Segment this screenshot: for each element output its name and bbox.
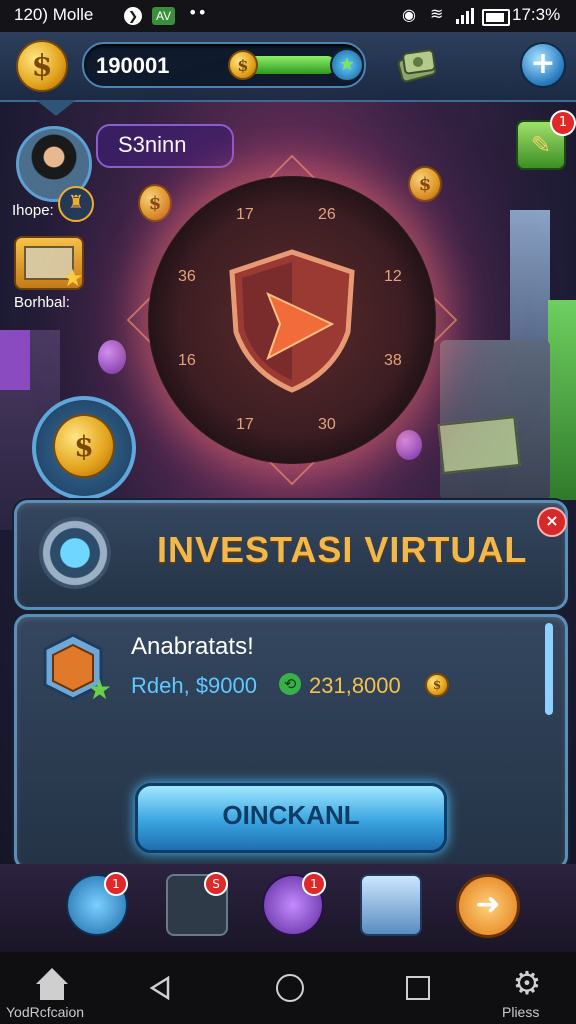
status-left-text: 120) Molle	[14, 5, 94, 24]
nav-right-label: Pliess	[502, 1004, 540, 1020]
emblem-number: 36	[178, 268, 196, 285]
shop-caption: Borhbal:	[14, 294, 70, 311]
nav-left-label: YodRcfcaion	[6, 1004, 85, 1020]
emblem-number: 17	[236, 206, 254, 223]
emblem-number: 16	[178, 352, 196, 369]
exchange-icon: ⟲	[279, 673, 301, 695]
status-bar: 120) Molle ❯ AV •• ◉ ≋ 17:3%	[0, 0, 576, 32]
emblem-number: 38	[384, 352, 402, 369]
emblem-number: 30	[318, 416, 336, 433]
player-caption: Ihope:	[12, 202, 54, 219]
roulette-emblem[interactable]: 17 26 36 12 16 38 17 30	[148, 176, 436, 464]
confirm-button-label: OINCKANL	[222, 800, 360, 830]
navigation-bar: YodRcfcaion ⚙ Pliess	[0, 952, 576, 1024]
panel-title: INVESTASI VIRTUAL	[157, 529, 528, 570]
close-button[interactable]: ×	[537, 507, 567, 537]
building-left-purple	[0, 330, 30, 390]
recents-icon[interactable]	[406, 976, 430, 1000]
home-circle-icon[interactable]	[276, 974, 304, 1002]
reward-heading: Anabratats!	[131, 633, 254, 660]
shield-play-icon	[229, 249, 355, 393]
confirm-button[interactable]: OINCKANL	[135, 783, 447, 853]
cash-value: G0	[452, 53, 482, 78]
coin-value: 190001	[96, 53, 170, 78]
battery-icon	[482, 9, 510, 26]
building-right-green	[548, 300, 576, 500]
reward-right-value: 231,8000	[309, 673, 401, 698]
dock-badge: 1	[104, 872, 128, 896]
coin-small-icon: $	[228, 50, 258, 80]
camera-icon: ◉	[402, 5, 416, 24]
emblem-number: 26	[318, 206, 336, 223]
hud-notch	[36, 100, 76, 116]
reward-panel: ★ Anabratats! Rdeh, $9000 ⟲ 231,8000 $ O…	[14, 614, 568, 870]
media-icon: ❯	[124, 7, 142, 25]
wifi-icon: ≋	[430, 4, 444, 23]
gear-globe-icon	[39, 517, 111, 589]
coin-icon[interactable]: $	[16, 40, 68, 92]
status-time: 17:3%	[512, 5, 561, 24]
signal-icon	[456, 8, 474, 24]
coin-stack-badge: $	[32, 396, 136, 500]
coin-stack-icon: $	[53, 414, 115, 478]
star-gem-icon: ★	[330, 48, 364, 82]
emblem-number: 17	[236, 416, 254, 433]
cash-stack-icon	[396, 42, 440, 84]
more-dots-icon: ••	[188, 3, 207, 22]
dock-laptop-button[interactable]	[360, 874, 422, 936]
back-icon[interactable]	[148, 975, 172, 1001]
star-icon: ★	[62, 264, 84, 292]
dock-badge: 1	[302, 872, 326, 896]
status-badge: AV	[152, 7, 176, 25]
coin-counter[interactable]: 190001 $ ★	[82, 42, 366, 88]
purple-gem-icon	[98, 340, 126, 374]
rank-icon: ♜	[58, 186, 94, 222]
dock-forward-button[interactable]: ➜	[456, 874, 520, 938]
title-panel: INVESTASI VIRTUAL ×	[14, 500, 568, 610]
star-icon: ★	[87, 673, 113, 706]
add-cash-button[interactable]: +	[520, 42, 566, 88]
coin-small-icon: $	[425, 673, 449, 697]
reward-left-value: Rdeh, $9000	[131, 673, 257, 698]
settings-gear-icon[interactable]: ⚙	[510, 966, 544, 1000]
tools-notification-badge: 1	[550, 110, 576, 136]
dock-badge: S	[204, 872, 228, 896]
scrollbar[interactable]	[545, 623, 553, 715]
top-hud: $ 190001 $ ★ G0 +	[0, 32, 576, 102]
emblem-number: 12	[384, 268, 402, 285]
home-icon[interactable]	[34, 966, 70, 1002]
